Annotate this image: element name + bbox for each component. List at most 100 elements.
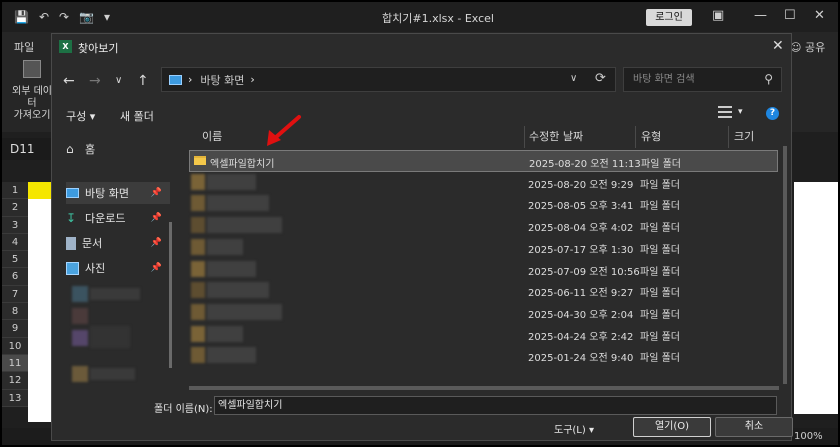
undo-icon[interactable]: ↶	[39, 10, 49, 24]
column-header-type[interactable]: 유형	[641, 126, 661, 148]
column-divider[interactable]	[524, 126, 525, 148]
view-options-icon[interactable]	[718, 106, 732, 118]
dialog-close-icon[interactable]: ✕	[772, 38, 784, 54]
row-header[interactable]: 3	[2, 216, 28, 234]
redo-icon[interactable]: ↷	[59, 10, 69, 24]
search-input[interactable]: 바탕 화면 검색 ⚲	[623, 67, 782, 92]
file-row[interactable]: 2025-08-04 오후 4:02 파일 폴더	[189, 215, 778, 237]
customize-qat-icon[interactable]: ▾	[104, 10, 110, 24]
quick-access-toolbar: 💾 ↶ ↷ 📷 ▾	[2, 10, 110, 24]
file-row[interactable]: 2025-06-11 오전 9:27 파일 폴더	[189, 280, 778, 302]
column-divider[interactable]	[728, 126, 729, 148]
file-row[interactable]: 2025-08-05 오후 3:41 파일 폴더	[189, 193, 778, 215]
cancel-button[interactable]: 취소	[715, 417, 793, 437]
row-header[interactable]: 10	[2, 337, 28, 355]
row-header[interactable]: 9	[2, 320, 28, 338]
row-header[interactable]: 5	[2, 251, 28, 269]
column-header-size[interactable]: 크기	[734, 126, 754, 148]
sidebar-item-label: 다운로드	[85, 212, 126, 225]
file-type: 파일 폴더	[640, 179, 680, 191]
file-row[interactable]: 2025-07-09 오전 10:56 파일 폴더	[189, 259, 778, 281]
window-title: 합치기#1.xlsx - Excel	[382, 12, 494, 25]
sidebar-item-downloads[interactable]: ↧ 다운로드 📌	[66, 207, 170, 229]
row-header[interactable]: 4	[2, 233, 28, 252]
sidebar-scrollbar[interactable]	[169, 222, 172, 368]
navigation-pane: ⌂ 홈 바탕 화면 📌 ↧ 다운로드 📌 문서 📌 사진 📌	[52, 126, 176, 398]
open-button[interactable]: 열기(O)	[633, 417, 711, 437]
sidebar-item-home[interactable]: ⌂ 홈	[66, 138, 170, 160]
file-type: 파일 폴더	[640, 353, 680, 365]
address-chevron-icon[interactable]: ›	[250, 73, 254, 86]
row-header[interactable]: 11	[2, 354, 28, 373]
column-header-modified[interactable]: 수정한 날짜	[529, 126, 583, 148]
row-header[interactable]: 6	[2, 268, 28, 286]
home-icon: ⌂	[66, 141, 74, 156]
row-headers: 1 2 3 4 5 6 7 8 9 10 11 12 13	[2, 182, 28, 407]
pin-icon[interactable]: 📌	[151, 238, 162, 248]
row-header[interactable]: 8	[2, 303, 28, 321]
share-label: 공유	[804, 41, 826, 54]
close-window-icon[interactable]: ✕	[814, 8, 825, 23]
back-icon[interactable]: ←	[63, 73, 75, 89]
recent-locations-icon[interactable]: ∨	[115, 75, 122, 86]
file-modified: 2025-08-04 오후 4:02	[528, 223, 634, 235]
column-header-name[interactable]: 이름	[202, 126, 222, 148]
save-icon[interactable]: 💾	[14, 10, 29, 24]
file-row[interactable]: 2025-08-20 오전 9:29 파일 폴더	[189, 172, 778, 194]
file-list-vertical-scrollbar[interactable]	[783, 146, 787, 384]
row-header[interactable]: 2	[2, 199, 28, 217]
address-dropdown-icon[interactable]: ∨	[570, 73, 577, 84]
file-row[interactable]: 2025-04-24 오후 2:42 파일 폴더	[189, 324, 778, 346]
document-icon	[66, 236, 76, 250]
file-tab[interactable]: 파일	[14, 39, 34, 55]
name-box[interactable]: D11	[2, 138, 54, 160]
row-header[interactable]: 1	[2, 182, 28, 200]
minimize-icon[interactable]: —	[754, 8, 767, 23]
file-modified: 2025-04-30 오후 2:04	[528, 309, 634, 321]
address-location[interactable]: 바탕 화면	[200, 72, 244, 88]
login-button[interactable]: 로그인	[646, 9, 692, 26]
refresh-icon[interactable]: ⟳	[595, 71, 606, 86]
file-modified: 2025-07-17 오후 1:30	[528, 244, 634, 256]
sidebar-item-pictures[interactable]: 사진 📌	[66, 257, 170, 279]
tools-dropdown[interactable]: 도구(L) ▾	[554, 421, 594, 436]
ribbon-display-icon[interactable]: ▣	[712, 8, 724, 23]
forward-icon[interactable]: →	[89, 73, 101, 89]
camera-icon[interactable]: 📷	[79, 10, 94, 24]
row-header[interactable]: 12	[2, 372, 28, 390]
view-dropdown-icon[interactable]: ▾	[738, 107, 743, 117]
up-icon[interactable]: ↑	[137, 73, 149, 89]
pin-icon[interactable]: 📌	[151, 213, 162, 223]
desktop-icon	[66, 188, 79, 198]
search-icon[interactable]: ⚲	[764, 68, 773, 91]
pin-icon[interactable]: 📌	[151, 188, 162, 198]
address-bar[interactable]: › 바탕 화면 › ∨ ⟳	[161, 67, 616, 92]
share-button[interactable]: ☺ 공유	[790, 39, 825, 55]
file-row[interactable]: 2025-01-24 오전 9:40 파일 폴더	[189, 345, 778, 367]
zoom-level[interactable]: 100%	[794, 431, 823, 442]
folder-name-input[interactable]: 엑셀파일합치기	[214, 396, 777, 415]
file-type: 파일 폴더	[640, 266, 680, 278]
pin-icon[interactable]: 📌	[151, 263, 162, 273]
file-row[interactable]: 2025-04-30 오후 2:04 파일 폴더	[189, 302, 778, 324]
new-folder-button[interactable]: 새 폴더	[120, 108, 154, 124]
help-icon[interactable]: ?	[766, 107, 779, 120]
row-header[interactable]: 13	[2, 389, 28, 407]
organize-button[interactable]: 구성 ▾	[66, 108, 95, 124]
file-list-horizontal-scrollbar[interactable]	[189, 386, 779, 390]
dialog-title-bar: X 찾아보기 ✕	[52, 34, 791, 60]
column-divider[interactable]	[635, 126, 636, 148]
cell-grid-right[interactable]	[794, 182, 838, 414]
row-header[interactable]: 7	[2, 285, 28, 304]
sidebar-item-label: 사진	[85, 262, 106, 275]
desktop-icon	[169, 74, 182, 85]
sidebar-item-desktop[interactable]: 바탕 화면 📌	[66, 182, 170, 204]
external-data-button[interactable]: 외부 데이터 가져오기	[8, 60, 56, 122]
file-row[interactable]: 2025-07-17 오후 1:30 파일 폴더	[189, 237, 778, 259]
external-data-icon	[23, 60, 41, 78]
address-chevron-icon[interactable]: ›	[188, 73, 192, 86]
sidebar-item-documents[interactable]: 문서 📌	[66, 232, 170, 254]
sidebar-item-label: 바탕 화면	[85, 187, 129, 200]
maximize-icon[interactable]: ☐	[784, 8, 796, 23]
file-row[interactable]: 엑셀파일합치기 2025-08-20 오전 11:13 파일 폴더	[189, 150, 778, 172]
